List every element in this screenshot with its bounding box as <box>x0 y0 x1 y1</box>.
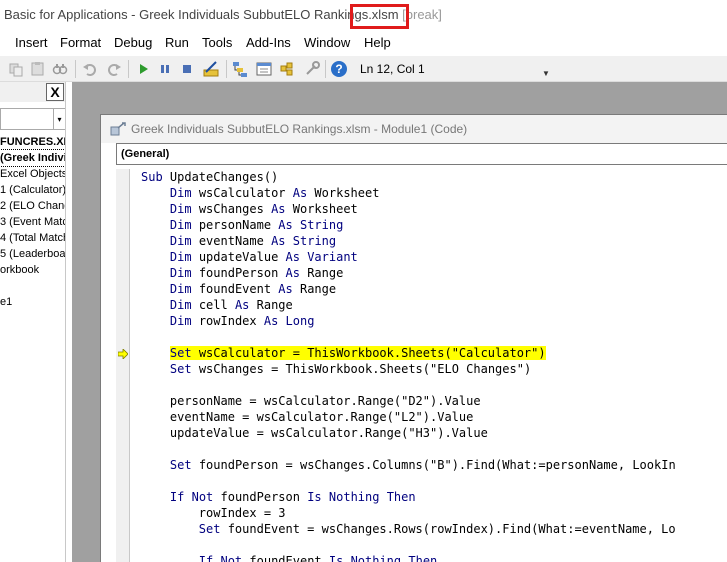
tree-item-module1[interactable]: e1 <box>0 294 12 310</box>
current-statement-highlight: Set wsCalculator = ThisWorkbook.Sheets("… <box>169 346 546 360</box>
code-line-text: If Not foundEvent Is Nothing Then <box>198 554 438 562</box>
project-explorer-icon[interactable] <box>230 59 250 79</box>
code-line-text: rowIndex = 3 <box>141 506 286 520</box>
code-line-text: updateValue = wsCalculator.Range("H3").V… <box>141 426 488 440</box>
code-line-text: Dim rowIndex As Long <box>169 314 315 328</box>
code-line: Dim rowIndex As Long <box>141 313 315 329</box>
margin-indicator-bar[interactable] <box>116 169 130 562</box>
project-explorer-panel: X ▾ FUNCRES.XL (Greek Indivi Excel Objec… <box>0 82 66 562</box>
tree-item-elo-changes[interactable]: 2 (ELO Change <box>0 198 65 214</box>
tree-item-event-matches[interactable]: 3 (Event Matc <box>0 214 65 230</box>
toolbar-separator <box>325 60 326 78</box>
code-line-current: Set wsCalculator = ThisWorkbook.Sheets("… <box>141 345 546 361</box>
code-line-text: Dim foundPerson As Range <box>169 266 344 280</box>
break-icon[interactable] <box>155 59 175 79</box>
code-line: Dim wsCalculator As Worksheet <box>141 185 380 201</box>
help-icon[interactable]: ? <box>329 59 349 79</box>
code-line-text: Dim cell As Range <box>169 298 293 312</box>
code-window: Greek Individuals SubbutELO Rankings.xls… <box>100 114 727 562</box>
menu-run[interactable]: Run <box>165 35 189 50</box>
code-line: Set foundEvent = wsChanges.Rows(rowIndex… <box>141 521 676 537</box>
object-browser-icon[interactable] <box>278 59 298 79</box>
paste-icon[interactable] <box>28 59 48 79</box>
menu-window[interactable]: Window <box>304 35 350 50</box>
title-bar: Basic for Applications - Greek Individua… <box>0 0 727 32</box>
run-icon[interactable] <box>133 59 153 79</box>
find-icon[interactable] <box>50 59 70 79</box>
code-line: Dim cell As Range <box>141 297 293 313</box>
toolbar-separator <box>75 60 76 78</box>
code-window-title: Greek Individuals SubbutELO Rankings.xls… <box>131 122 468 136</box>
toolbar-options-dropdown[interactable]: ▼ <box>540 60 552 78</box>
menu-debug[interactable]: Debug <box>114 35 152 50</box>
tree-item-excel-objects[interactable]: Excel Objects <box>0 166 65 182</box>
code-line-text: Set wsChanges = ThisWorkbook.Sheets("ELO… <box>169 362 532 376</box>
redo-icon[interactable] <box>104 59 124 79</box>
code-line: If Not foundEvent Is Nothing Then <box>141 553 437 562</box>
code-line: Dim foundPerson As Range <box>141 265 343 281</box>
code-line: personName = wsCalculator.Range("D2").Va… <box>141 393 481 409</box>
code-line-text: Dim personName As String <box>169 218 344 232</box>
code-line: eventName = wsCalculator.Range("L2").Val… <box>141 409 473 425</box>
menu-insert[interactable]: Insert <box>15 35 48 50</box>
code-line: Dim foundEvent As Range <box>141 281 336 297</box>
menu-tools[interactable]: Tools <box>202 35 232 50</box>
cursor-position-label: Ln 12, Col 1 <box>360 62 425 76</box>
code-line-text: personName = wsCalculator.Range("D2").Va… <box>141 394 481 408</box>
toolbar-separator <box>128 60 129 78</box>
code-line-text: eventName = wsCalculator.Range("L2").Val… <box>141 410 474 424</box>
code-line: Dim eventName As String <box>141 233 336 249</box>
code-line-text: Set foundEvent = wsChanges.Rows(rowIndex… <box>198 522 676 536</box>
code-line-text: Dim updateValue As Variant <box>169 250 358 264</box>
code-line: Dim wsChanges As Worksheet <box>141 201 358 217</box>
code-line: Sub UpdateChanges() <box>141 169 278 185</box>
code-module-icon <box>110 122 126 136</box>
menu-bar: Insert Format Debug Run Tools Add-Ins Wi… <box>0 32 727 54</box>
menu-help[interactable]: Help <box>364 35 391 50</box>
execution-arrow-icon <box>118 349 128 359</box>
tree-item-calculator[interactable]: 1 (Calculator) <box>0 182 65 198</box>
tree-item-workbook[interactable]: orkbook <box>0 262 39 278</box>
reset-icon[interactable] <box>177 59 197 79</box>
code-line: rowIndex = 3 <box>141 505 286 521</box>
menu-add-ins[interactable]: Add-Ins <box>246 35 291 50</box>
code-line-text: Sub UpdateChanges() <box>141 170 279 184</box>
tree-item-leaderboard[interactable]: 5 (Leaderboar <box>0 246 65 262</box>
code-line-text: If Not foundPerson Is Nothing Then <box>169 490 416 504</box>
tree-item-funcres[interactable]: FUNCRES.XL <box>0 134 65 150</box>
panel-dropdown-arrow[interactable]: ▾ <box>53 109 65 129</box>
code-line: Set wsChanges = ThisWorkbook.Sheets("ELO… <box>141 361 531 377</box>
project-explorer-header: X <box>0 82 65 102</box>
code-line-text: Dim wsChanges As Worksheet <box>169 202 358 216</box>
toolbar-separator <box>226 60 227 78</box>
code-line-text: Dim eventName As String <box>169 234 337 248</box>
break-highlight-box <box>350 4 409 29</box>
code-line-text: Set wsCalculator = ThisWorkbook.Sheets("… <box>169 346 546 360</box>
properties-icon[interactable] <box>254 59 274 79</box>
code-window-title-bar[interactable]: Greek Individuals SubbutELO Rankings.xls… <box>101 115 727 143</box>
code-line: Dim personName As String <box>141 217 343 233</box>
close-icon: X <box>50 84 60 100</box>
toolbox-icon[interactable] <box>302 59 322 79</box>
code-line: If Not foundPerson Is Nothing Then <box>141 489 416 505</box>
tree-item-greek-individuals[interactable]: (Greek Indivi <box>0 149 65 167</box>
code-line-text: Dim wsCalculator As Worksheet <box>169 186 380 200</box>
close-panel-button[interactable]: X <box>46 83 64 101</box>
undo-icon[interactable] <box>80 59 100 79</box>
object-combo[interactable]: (General) <box>116 143 727 165</box>
code-editor[interactable]: Sub UpdateChanges() Dim wsCalculator As … <box>131 169 727 562</box>
code-line: Set foundPerson = wsChanges.Columns("B")… <box>141 457 676 473</box>
tree-item-total-matches[interactable]: 4 (Total Match <box>0 230 65 246</box>
code-line-text: Dim foundEvent As Range <box>169 282 337 296</box>
copy-icon[interactable] <box>6 59 26 79</box>
code-line: Dim updateValue As Variant <box>141 249 358 265</box>
window-title-text: Basic for Applications - Greek Individua… <box>4 7 399 22</box>
code-line: updateValue = wsCalculator.Range("H3").V… <box>141 425 488 441</box>
project-explorer-toolbar: ▾ <box>0 108 65 130</box>
design-mode-icon[interactable] <box>201 59 221 79</box>
menu-format[interactable]: Format <box>60 35 101 50</box>
svg-text:?: ? <box>335 62 342 76</box>
code-line-text: Set foundPerson = wsChanges.Columns("B")… <box>169 458 676 472</box>
standard-toolbar: ? Ln 12, Col 1 ▼ <box>0 56 727 82</box>
